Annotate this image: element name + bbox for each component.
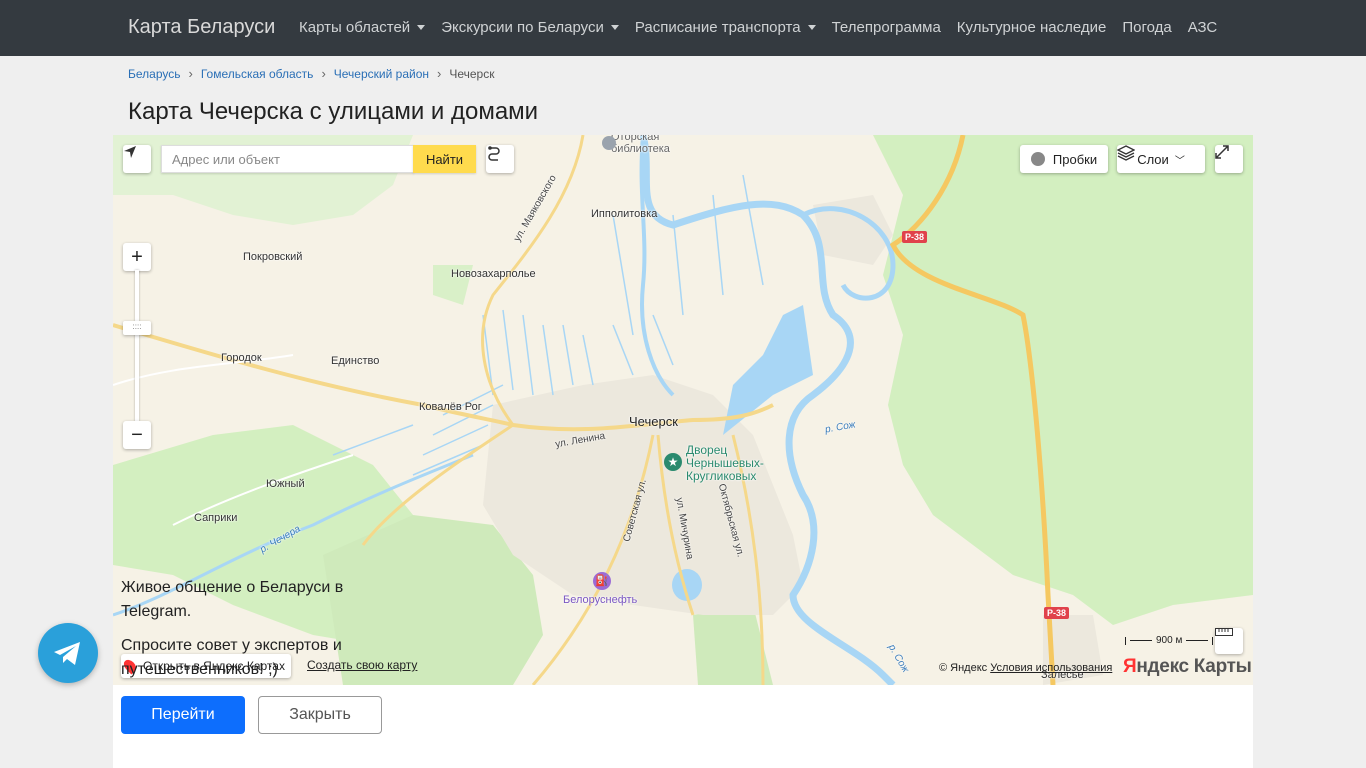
map-search-button[interactable]: Найти: [413, 145, 476, 173]
caret-down-icon: [417, 25, 426, 30]
zoom-out-button[interactable]: −: [123, 421, 151, 449]
breadcrumb-link-district[interactable]: Чечерский район: [334, 67, 429, 81]
telegram-icon: [54, 642, 80, 665]
ruler-button[interactable]: [1215, 628, 1243, 654]
map-label-chechersk: Чечерск: [629, 414, 678, 429]
ruler-icon: [1215, 628, 1233, 636]
page-title: Карта Чечерска с улицами и домами: [128, 98, 539, 125]
traffic-light-icon: [1030, 152, 1045, 166]
map-label-ippolitovka: Ипполитовка: [591, 208, 658, 220]
nav-item-tv[interactable]: Телепрограмма: [832, 19, 941, 36]
zoom-slider-handle[interactable]: ::::: [123, 321, 151, 335]
map-label-novozakharpolye: Новозахарполье: [451, 268, 536, 280]
layers-button[interactable]: Слои ﹀: [1117, 145, 1205, 173]
telegram-promo: Живое общение о Беларуси в Telegram. Спр…: [121, 576, 381, 692]
caret-down-icon: [807, 25, 816, 30]
caret-down-icon: [610, 25, 619, 30]
geolocation-button[interactable]: [123, 145, 151, 173]
chevron-right-icon: ›: [437, 66, 442, 81]
nav-menu: Карты областей Экскурсии по Беларуси Рас…: [299, 19, 1233, 36]
promo-text-2: Спросите совет у экспертов и путешествен…: [121, 637, 342, 678]
map-label-sapriki: Саприки: [194, 512, 238, 524]
map-copyright: © Яндекс Условия использования: [939, 662, 1113, 674]
close-button[interactable]: Закрыть: [258, 696, 382, 734]
map-scale: 900 м: [1125, 635, 1214, 646]
map-label-kovalev-rog: Ковалёв Рог: [419, 401, 482, 413]
breadcrumb-link-region[interactable]: Гомельская область: [201, 67, 314, 81]
top-navbar: Карта Беларуси Карты областей Экскурсии …: [0, 0, 1366, 56]
chevron-down-icon: ﹀: [1174, 155, 1185, 167]
map-label-library[interactable]: Оторская библиотека: [611, 135, 670, 155]
nav-item-heritage[interactable]: Культурное наследие: [957, 19, 1107, 36]
breadcrumb-link-belarus[interactable]: Беларусь: [128, 67, 180, 81]
zoom-in-button[interactable]: +: [123, 243, 151, 271]
map-label-yuzhny: Южный: [266, 478, 305, 490]
plus-icon: +: [131, 245, 143, 268]
route-button[interactable]: [486, 145, 514, 173]
breadcrumb: Беларусь › Гомельская область › Чечерски…: [128, 66, 494, 81]
road-badge-r38-south: Р-38: [1044, 607, 1070, 619]
layers-icon: [1117, 145, 1135, 161]
nav-item-region-maps[interactable]: Карты областей: [299, 19, 426, 36]
minus-icon: −: [131, 423, 143, 446]
terms-of-use-link[interactable]: Условия использования: [990, 662, 1112, 674]
chevron-right-icon: ›: [188, 66, 193, 81]
landmark-star-icon[interactable]: ★: [664, 453, 682, 471]
map-label-edinstvo: Единство: [331, 355, 380, 367]
telegram-button[interactable]: [38, 623, 98, 683]
expand-icon: [1215, 145, 1229, 159]
zoom-slider-track[interactable]: [135, 270, 139, 422]
route-icon: [488, 146, 500, 161]
fuel-station-icon[interactable]: ⛽: [593, 572, 611, 590]
road-badge-r38-north: Р-38: [902, 231, 928, 243]
nav-item-excursions[interactable]: Экскурсии по Беларуси: [441, 19, 619, 36]
fullscreen-button[interactable]: [1215, 145, 1243, 173]
map-label-belorusneft[interactable]: Белоруснефть: [563, 594, 637, 606]
location-arrow-icon: [124, 146, 136, 158]
chevron-right-icon: ›: [321, 66, 326, 81]
brand-logo[interactable]: Карта Беларуси: [128, 16, 275, 39]
library-icon[interactable]: [602, 136, 616, 150]
map-label-gorodok: Городок: [221, 352, 262, 364]
map-search-input[interactable]: Адрес или объект: [161, 145, 414, 173]
breadcrumb-current: Чечерск: [449, 66, 495, 81]
map-label-pokrovsky: Покровский: [243, 251, 303, 263]
nav-item-weather[interactable]: Погода: [1122, 19, 1171, 36]
nav-item-gas-stations[interactable]: АЗС: [1188, 19, 1218, 36]
traffic-button[interactable]: Пробки: [1020, 145, 1108, 173]
yandex-maps-logo[interactable]: Яндекс Карты: [1123, 656, 1252, 678]
promo-text-1: Живое общение о Беларуси в Telegram.: [121, 579, 344, 620]
go-button[interactable]: Перейти: [121, 696, 245, 734]
nav-item-transport[interactable]: Расписание транспорта: [635, 19, 816, 36]
map-label-palace[interactable]: Дворец Чернышевых- Кругликовых: [686, 444, 764, 483]
